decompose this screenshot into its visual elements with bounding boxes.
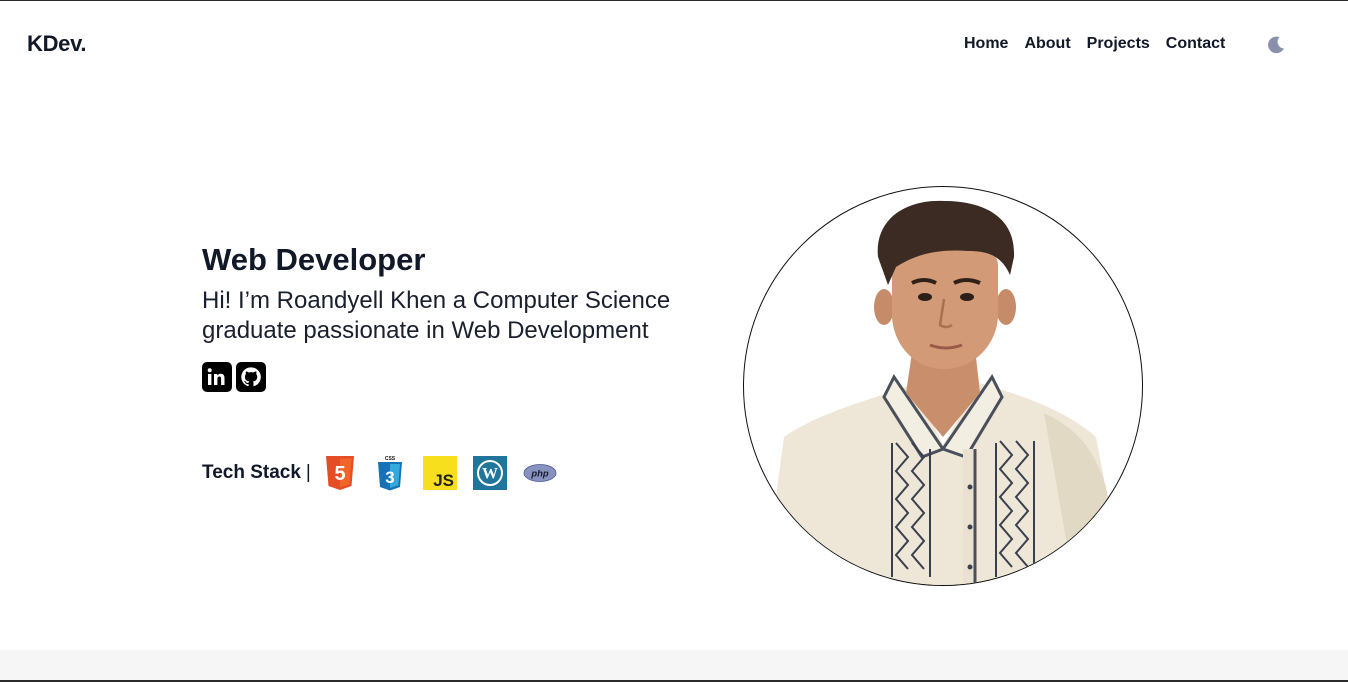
social-links xyxy=(202,362,702,392)
github-link[interactable] xyxy=(236,362,266,392)
theme-toggle-button[interactable] xyxy=(1264,33,1288,57)
role-title: Web Developer xyxy=(202,242,426,277)
php-icon: php xyxy=(523,455,557,491)
tech-stack-label: Tech Stack xyxy=(202,462,301,483)
svg-text:JS: JS xyxy=(433,471,454,490)
nav-contact-link[interactable]: Contact xyxy=(1166,35,1226,53)
next-section-band xyxy=(0,650,1348,682)
profile-portrait-illustration xyxy=(764,200,1124,585)
nav-projects-link[interactable]: Projects xyxy=(1087,35,1150,53)
svg-text:php: php xyxy=(530,468,549,479)
main-nav: Home About Projects Contact xyxy=(964,35,1225,53)
profile-photo xyxy=(743,186,1143,586)
github-icon xyxy=(241,367,261,387)
site-header: KDev. Home About Projects Contact xyxy=(0,0,1348,90)
svg-text:3: 3 xyxy=(385,468,394,487)
javascript-icon: JS xyxy=(422,455,457,491)
tech-stack-separator: | xyxy=(305,462,311,483)
svg-text:5: 5 xyxy=(334,463,345,485)
html5-icon: 5 xyxy=(323,455,357,491)
tech-stack: Tech Stack | 5 CSS 3 JS W php xyxy=(202,455,557,491)
wordpress-icon: W xyxy=(472,455,507,491)
css3-icon: CSS 3 xyxy=(373,455,407,491)
tech-stack-icons: 5 CSS 3 JS W php xyxy=(323,455,557,491)
hero-intro: Web Developer Hi! I’m Roandyell Khen a C… xyxy=(202,240,702,392)
site-logo[interactable]: KDev. xyxy=(27,31,87,57)
intro-text: Hi! I’m Roandyell Khen a Computer Scienc… xyxy=(202,287,671,344)
svg-text:W: W xyxy=(482,466,498,483)
nav-home-link[interactable]: Home xyxy=(964,35,1008,53)
linkedin-icon xyxy=(207,368,225,385)
moon-icon xyxy=(1268,36,1284,54)
svg-text:CSS: CSS xyxy=(385,456,396,462)
nav-about-link[interactable]: About xyxy=(1024,35,1070,53)
linkedin-link[interactable] xyxy=(202,362,232,392)
